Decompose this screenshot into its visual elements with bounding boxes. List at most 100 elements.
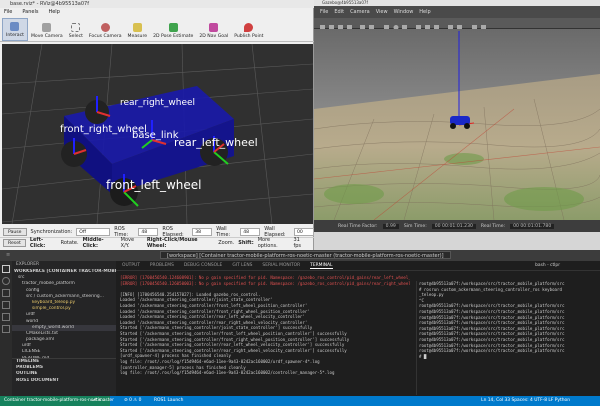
gz-menu-file[interactable]: File	[320, 9, 328, 15]
sim-time-value: 00 00:01:01.230	[431, 223, 476, 229]
reset-button[interactable]: Reset	[3, 239, 26, 247]
help-middle-value: Move X/Y.	[120, 237, 135, 249]
sidebar-sections: TIMELINE PROBLEMS OUTLINE ROS1 DOCUMENT	[12, 358, 116, 384]
tool-label: 2D Pose Estimate	[153, 34, 194, 39]
tool-label: 2D Nav Goal	[199, 34, 229, 39]
move-icon	[42, 23, 52, 32]
help-right-click: Right-Click/Mouse Wheel:	[146, 237, 198, 249]
bottom-panel: OUTPUT PROBLEMS DEBUG CONSOLE GIT LENS S…	[116, 261, 600, 396]
extensions-icon[interactable]	[2, 313, 10, 321]
wall-time-value: 48	[240, 227, 261, 236]
map-pin-icon	[244, 23, 254, 32]
sim-time-label: Sim Time:	[403, 223, 427, 229]
help-shift: Shift:	[238, 240, 254, 246]
sync-label: Synchronization:	[30, 228, 73, 235]
terminal-shell-selector[interactable]: bash - ctlpr	[535, 263, 560, 268]
ros-time-value: 48	[138, 227, 159, 236]
workspace-root[interactable]: WORKSPACE [CONTAINER TRACTOR-MOBILE-PLAT…	[12, 269, 116, 275]
real-time-value: 00 00:01:01.780	[510, 223, 555, 229]
explorer-icon[interactable]	[2, 265, 10, 273]
tool-interact[interactable]: Interact	[2, 18, 28, 41]
editor-status[interactable]: Ln 14, Col 33 Spaces: 4 UTF-8 LF Python	[481, 396, 570, 406]
terminal-line: # █	[419, 353, 427, 359]
status-bar: Container tractor-mobile-platform-ros-no…	[0, 396, 600, 406]
help-left-click: Left-Click:	[29, 237, 46, 249]
ros-time-label: ROS Time:	[114, 225, 129, 238]
tool-2d-pose-estimate[interactable]: 2D Pose Estimate	[150, 18, 196, 41]
tool-2d-nav-goal[interactable]: 2D Nav Goal	[196, 18, 231, 41]
tf-label-front-left-wheel: front_left_wheel	[106, 178, 202, 192]
wall-elapsed-value: 00	[294, 227, 314, 236]
terminal-line: [ERROR] [1700456540.126050003]: No p gai…	[120, 280, 410, 286]
terminal-left[interactable]: [ERROR] [1700456540.124608901]: No p gai…	[120, 275, 410, 395]
gz-menu-view[interactable]: View	[376, 9, 388, 15]
tool-label: Measure	[127, 34, 148, 39]
wall-elapsed-label: Wall Elapsed:	[264, 225, 286, 238]
help-right-value: Zoom.	[218, 240, 235, 246]
tool-select[interactable]: Select	[66, 18, 86, 41]
gz-menu-edit[interactable]: Edit	[334, 9, 344, 15]
cursor-icon	[10, 22, 20, 31]
terminal-line: [ERROR] [1700456540.124608901]: No p gai…	[120, 275, 410, 280]
rviz-3d-viewport[interactable]: rear_right_wheel front_right_wheel base_…	[2, 44, 313, 224]
rviz-window: base.rviz* - RViz@4b95513a07f File Panels…	[0, 0, 314, 250]
menu-panels[interactable]: Panels	[22, 9, 38, 15]
real-time-label: Real Time:	[480, 223, 506, 229]
gz-menu-help[interactable]: Help	[419, 9, 430, 15]
gazebo-status-bar: Real Time Factor: 0.99 Sim Time: 00 00:01:…	[314, 220, 600, 232]
tab-terminal[interactable]: TERMINAL	[310, 263, 333, 269]
tool-label: Move Camera	[30, 34, 63, 39]
wall-time-label: Wall Time:	[216, 225, 231, 238]
tab-output[interactable]: OUTPUT	[122, 263, 140, 268]
pause-button[interactable]: Pause	[3, 227, 27, 236]
tool-label: Interact	[6, 33, 24, 38]
ros-launch-status[interactable]: ROS1 Launch	[154, 396, 183, 406]
menu-help[interactable]: Help	[48, 9, 59, 15]
help-shift-value: More options.	[257, 237, 278, 249]
tab-serial-monitor[interactable]: SERIAL MONITOR	[262, 263, 300, 268]
tool-measure[interactable]: Measure	[125, 18, 151, 41]
pose-arrow-icon	[168, 23, 178, 32]
tool-focus-camera[interactable]: Focus Camera	[86, 18, 125, 41]
tool-move-camera[interactable]: Move Camera	[28, 18, 66, 41]
git-branch[interactable]: ⎇ master	[92, 396, 114, 406]
tool-publish-point[interactable]: Publish Point	[231, 18, 266, 41]
help-left-value: Rotate.	[60, 240, 79, 246]
sync-select[interactable]: Off	[76, 227, 111, 236]
tab-gitlens[interactable]: GIT LENS	[232, 263, 252, 268]
ros-elapsed-label: ROS Elapsed:	[162, 225, 184, 238]
search-icon[interactable]	[2, 277, 10, 285]
menu-dots-icon[interactable]: ≡	[6, 250, 10, 261]
select-icon	[71, 23, 81, 32]
command-center-search[interactable]: [workspace] [Container tractor-mobile-pl…	[160, 251, 451, 259]
focus-icon	[100, 23, 110, 32]
section-ros1-document[interactable]: ROS1 DOCUMENT	[12, 378, 116, 384]
tool-label: Select	[68, 34, 83, 39]
terminal-right[interactable]: root@4b95513a07f:/workspace/src/tractor_…	[416, 281, 600, 395]
menu-file[interactable]: File	[4, 9, 12, 15]
gz-menu-camera[interactable]: Camera	[350, 9, 370, 15]
ros-elapsed-value: 38	[192, 227, 213, 236]
gz-menu-window[interactable]: Window	[394, 9, 414, 15]
tf-label-rear-left-wheel: rear_left_wheel	[174, 136, 258, 149]
rviz-time-panel: Pause Synchronization: Off ROS Time: 48 …	[0, 226, 314, 250]
ruler-icon	[132, 23, 142, 32]
terrain-view	[314, 29, 600, 220]
vscode-window: ≡ [workspace] [Container tractor-mobile-…	[0, 250, 600, 406]
tab-debug-console[interactable]: DEBUG CONSOLE	[184, 263, 222, 268]
debug-icon[interactable]	[2, 301, 10, 309]
rtf-label: Real Time Factor:	[338, 223, 378, 229]
gazebo-3d-scene[interactable]	[314, 29, 600, 220]
tab-problems[interactable]: PROBLEMS	[150, 263, 174, 268]
gazebo-toolbar	[314, 18, 600, 30]
terminal-line: log file: /root/.ros/log/f15d9464-e6ad-1…	[120, 370, 335, 376]
source-control-icon[interactable]	[2, 289, 10, 297]
tool-label: Focus Camera	[88, 34, 122, 39]
gazebo-menu-bar: File Edit Camera View Window Help	[314, 6, 600, 18]
rviz-menu-bar: File Panels Help	[0, 8, 314, 17]
rviz-toolbar: Interact Move Camera Select Focus Camera…	[0, 17, 314, 42]
problems-count[interactable]: ⊘ 0 ⚠ 0	[124, 396, 141, 406]
explorer-sidebar: EXPLORER WORKSPACE [CONTAINER TRACTOR-MO…	[12, 261, 116, 396]
tool-label: Publish Point	[234, 34, 264, 39]
remote-explorer-icon[interactable]	[2, 325, 10, 333]
